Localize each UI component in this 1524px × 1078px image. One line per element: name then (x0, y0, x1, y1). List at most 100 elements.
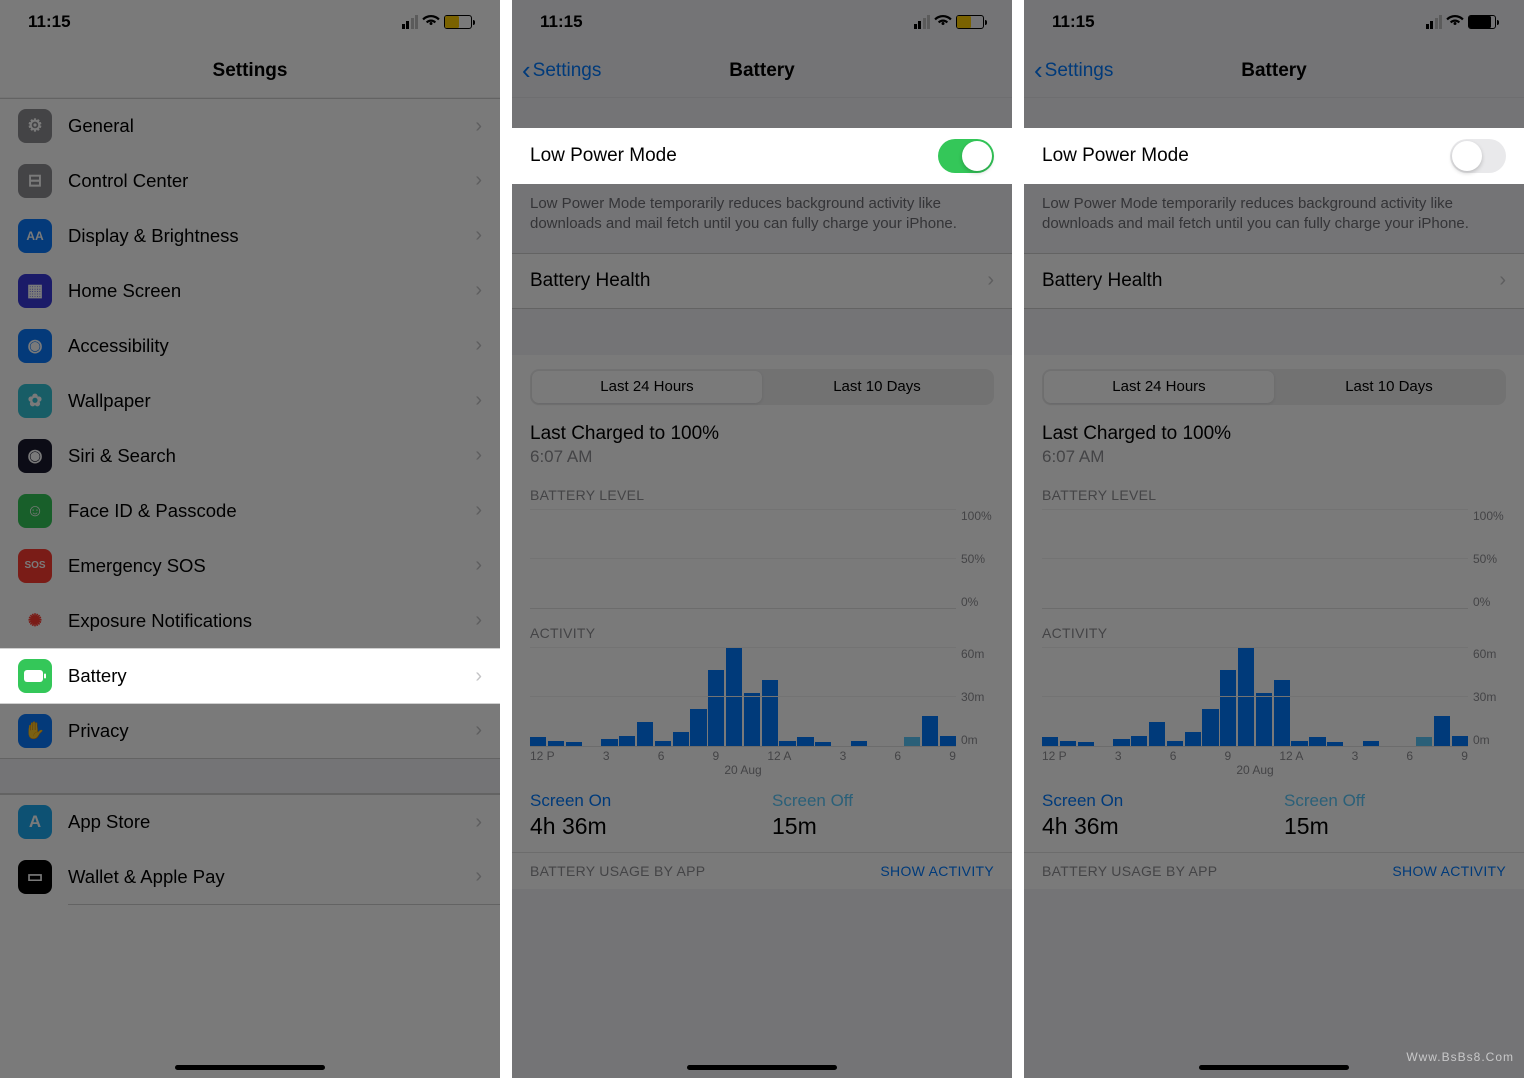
activity-bar (1185, 732, 1201, 745)
accessibility-icon: ◉ (18, 329, 52, 363)
activity-bar (530, 737, 546, 745)
sos-icon: SOS (18, 549, 52, 583)
activity-bar (922, 716, 938, 746)
segmented-control[interactable]: Last 24 Hours Last 10 Days (530, 369, 994, 405)
battery-usage-header: BATTERY USAGE BY APP SHOW ACTIVITY (1024, 852, 1524, 889)
activity-bar (1238, 647, 1254, 746)
seg-24h[interactable]: Last 24 Hours (1044, 371, 1274, 403)
lpm-switch[interactable] (1450, 139, 1506, 173)
wifi-icon (934, 13, 952, 32)
chevron-right-icon: › (475, 865, 482, 888)
time-segment-control: Last 24 Hours Last 10 Days (512, 355, 1012, 413)
cell-battery[interactable]: Battery › (0, 648, 500, 703)
navbar: Settings (0, 44, 500, 98)
chevron-right-icon: › (475, 499, 482, 522)
show-activity-link[interactable]: SHOW ACTIVITY (880, 863, 994, 879)
low-power-mode-row[interactable]: Low Power Mode (1024, 128, 1524, 184)
battery-icon-yellow (444, 15, 472, 29)
activity-bar (1113, 739, 1129, 746)
chevron-right-icon: › (475, 719, 482, 742)
cell-label: Wallpaper (68, 390, 475, 412)
chevron-right-icon: › (475, 665, 482, 688)
screen-battery-lpm-off: 11:15 ‹Settings Battery Low Power Mode L… (1024, 0, 1524, 1078)
activity-bar (655, 741, 671, 746)
cell-wallet[interactable]: ▭Wallet & Apple Pay› (0, 849, 500, 904)
cell-home-screen[interactable]: ▦Home Screen› (0, 263, 500, 318)
control-center-icon: ⊟ (18, 164, 52, 198)
activity-bar (673, 732, 689, 745)
cell-label: Emergency SOS (68, 555, 475, 577)
page-title: Battery (729, 60, 794, 82)
faceid-icon: ☺︎ (18, 494, 52, 528)
spacer (1024, 309, 1524, 355)
back-button[interactable]: ‹Settings (522, 55, 601, 86)
display-icon: AA (18, 219, 52, 253)
spacer (512, 98, 1012, 128)
activity-bar (708, 670, 724, 746)
chevron-right-icon: › (475, 389, 482, 412)
battery-level-chart: BATTERY LEVEL 100%50%0% (1024, 471, 1524, 609)
cell-exposure[interactable]: ✺Exposure Notifications› (0, 593, 500, 648)
segmented-control[interactable]: Last 24 Hours Last 10 Days (1042, 369, 1506, 405)
page-title: Settings (213, 60, 288, 82)
battery-usage-header: BATTERY USAGE BY APP SHOW ACTIVITY (512, 852, 1012, 889)
cell-sos[interactable]: SOSEmergency SOS› (0, 538, 500, 593)
lpm-description: Low Power Mode temporarily reduces backg… (1024, 184, 1524, 253)
status-time: 11:15 (1052, 12, 1095, 32)
chevron-right-icon: › (475, 334, 482, 357)
activity-bar (762, 680, 778, 746)
cell-accessibility[interactable]: ◉ Accessibility› (0, 318, 500, 373)
activity-bar (1291, 741, 1307, 746)
cell-appstore[interactable]: AApp Store› (0, 794, 500, 849)
lpm-label: Low Power Mode (530, 145, 677, 167)
activity-bar (619, 736, 635, 746)
screen-time-row: Screen On 4h 36m Screen Off 15m (1024, 777, 1524, 852)
watermark: Www.BsBs8.Com (1406, 1050, 1514, 1064)
last-charged: Last Charged to 100% 6:07 AM (1024, 413, 1524, 471)
cell-faceid[interactable]: ☺︎Face ID & Passcode› (0, 483, 500, 538)
cell-wallpaper[interactable]: ✿Wallpaper› (0, 373, 500, 428)
low-power-mode-row[interactable]: Low Power Mode (512, 128, 1012, 184)
chevron-right-icon: › (475, 279, 482, 302)
cell-control-center[interactable]: ⊟Control Center› (0, 153, 500, 208)
general-icon: ⚙︎ (18, 109, 52, 143)
cell-general[interactable]: ⚙︎General› (0, 98, 500, 153)
screen-settings: 11:15 Settings ⚙︎General›⊟Control Center… (0, 0, 500, 1078)
chevron-right-icon: › (475, 115, 482, 138)
home-indicator (1199, 1065, 1349, 1070)
lpm-label: Low Power Mode (1042, 145, 1189, 167)
cell-siri[interactable]: ◉Siri & Search› (0, 428, 500, 483)
activity-bar (779, 741, 795, 746)
signal-icon (1426, 15, 1443, 29)
time-segment-control: Last 24 Hours Last 10 Days (1024, 355, 1524, 413)
cell-label: Exposure Notifications (68, 610, 475, 632)
section-gap (0, 758, 500, 794)
screen-on: Screen On 4h 36m (530, 791, 752, 840)
battery-health-cell[interactable]: Battery Health › (1024, 253, 1524, 309)
activity-bar (1167, 741, 1183, 746)
activity-chart: ACTIVITY 60m30m0m 12 P36912 A369 20 Aug (512, 609, 1012, 777)
activity-bar (1309, 737, 1325, 745)
back-button[interactable]: ‹Settings (1034, 55, 1113, 86)
chevron-left-icon: ‹ (522, 55, 531, 86)
activity-bar (744, 693, 760, 746)
wifi-icon (422, 13, 440, 32)
spacer (512, 309, 1012, 355)
lpm-description: Low Power Mode temporarily reduces backg… (512, 184, 1012, 253)
activity-bar (1220, 670, 1236, 746)
activity-bar (1149, 722, 1165, 745)
cell-label: Accessibility (68, 335, 475, 357)
seg-10d[interactable]: Last 10 Days (1274, 371, 1504, 403)
lpm-switch[interactable] (938, 139, 994, 173)
cell-display[interactable]: AADisplay & Brightness› (0, 208, 500, 263)
wifi-icon (1446, 13, 1464, 32)
cell-label: Home Screen (68, 280, 475, 302)
screen-battery-lpm-on: 11:15 ‹Settings Battery Low Power Mode L… (512, 0, 1012, 1078)
seg-10d[interactable]: Last 10 Days (762, 371, 992, 403)
cell-label: Display & Brightness (68, 225, 475, 247)
cell-privacy[interactable]: ✋Privacy› (0, 703, 500, 758)
show-activity-link[interactable]: SHOW ACTIVITY (1392, 863, 1506, 879)
activity-bar (904, 737, 920, 745)
battery-health-cell[interactable]: Battery Health › (512, 253, 1012, 309)
seg-24h[interactable]: Last 24 Hours (532, 371, 762, 403)
